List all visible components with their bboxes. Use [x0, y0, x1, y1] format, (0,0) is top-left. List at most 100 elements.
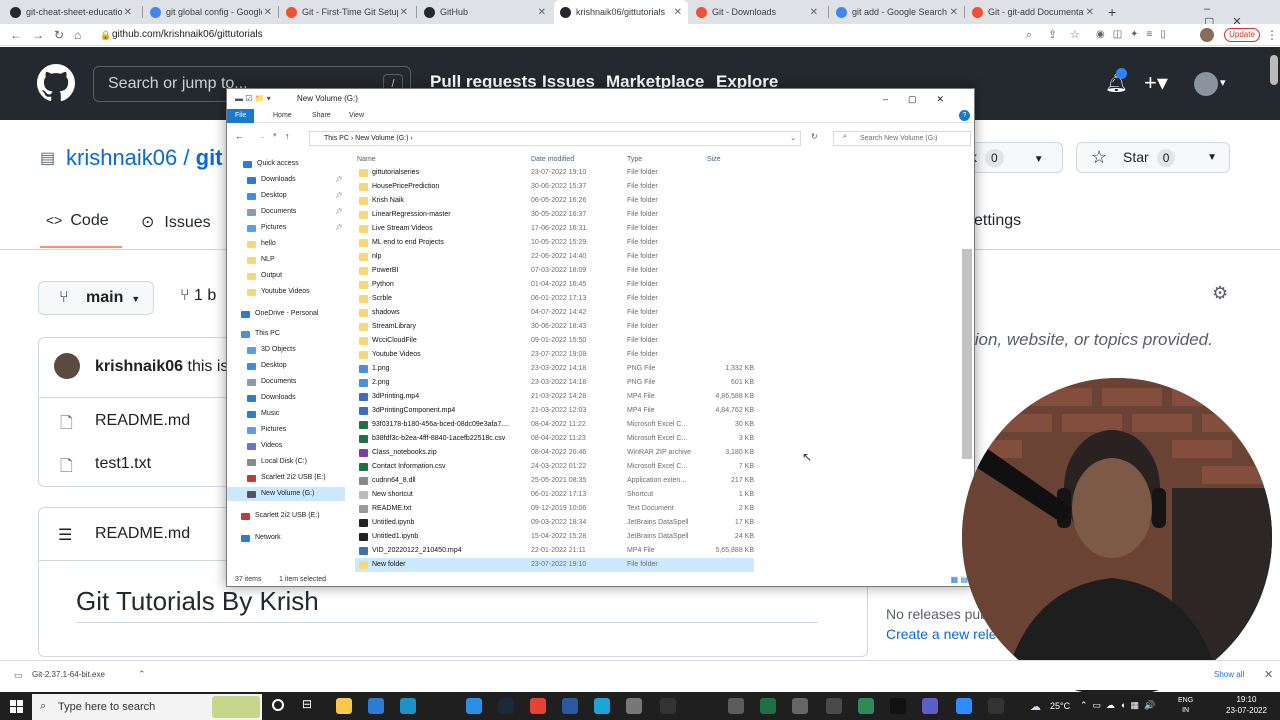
extension-icons[interactable]: ◉◫✦≡▯ [1096, 24, 1174, 46]
browser-tab[interactable]: krishnaik06/gittutorials ✕ [554, 0, 688, 24]
file-row[interactable]: Krish Naik 06-05-2022 16:26 File folder [355, 194, 754, 208]
vscode-icon[interactable] [466, 698, 482, 714]
nav-item[interactable]: New Volume (G:) [227, 487, 345, 501]
menu-icon[interactable]: ⋮ [1266, 24, 1278, 46]
file-link-readme[interactable]: README.md [95, 412, 190, 430]
create-release-link[interactable]: Create a new relea [886, 624, 1004, 644]
nav-item[interactable]: Youtube Videos [227, 285, 345, 299]
file-list-scrollbar[interactable] [962, 249, 972, 459]
nav-item[interactable]: Pictures [227, 423, 345, 437]
column-header-name[interactable]: Name [357, 156, 376, 163]
file-row[interactable]: StreamLibrary 30-06-2022 18:43 File folder [355, 320, 754, 334]
file-row[interactable]: New folder 23-07-2022 19:10 File folder [355, 558, 754, 572]
file-row[interactable]: README.txt 09-12-2019 10:06 Text Document 2… [355, 502, 754, 516]
nav-item[interactable]: NLP [227, 253, 345, 267]
close-tab-icon[interactable]: ✕ [538, 7, 546, 18]
close-tab-icon[interactable]: ✕ [1086, 7, 1094, 18]
repo-title[interactable]: krishnaik06 / git [66, 145, 223, 171]
browser-tab[interactable]: git add - Google Search ✕ [830, 0, 964, 24]
url-text[interactable]: github.com/krishnaik06/gittutorials [112, 24, 263, 46]
show-all-button[interactable]: Show all [1214, 670, 1244, 679]
help-icon[interactable]: ? [959, 110, 970, 121]
ribbon-tab-file[interactable]: File [227, 109, 255, 123]
obs-icon[interactable] [988, 698, 1004, 714]
file-row[interactable]: HousePricePrediction 30-06-2022 15:37 File… [355, 180, 754, 194]
nav-item[interactable]: Scarlett 2i2 USB (E:) [227, 471, 345, 485]
nav-item[interactable]: Desktop [227, 359, 345, 373]
browser-tab[interactable]: GitHub ✕ [418, 0, 552, 24]
explorer-search-input[interactable]: Search New Volume (G:) [833, 131, 971, 146]
chevron-down-icon[interactable]: ▾ [1220, 76, 1226, 89]
nav-item[interactable]: Videos [227, 439, 345, 453]
back-icon[interactable]: ← [10, 24, 22, 46]
new-tab-button[interactable]: + [1108, 4, 1116, 20]
nav-item[interactable]: Downloads [227, 391, 345, 405]
page-scrollbar[interactable] [1270, 55, 1278, 85]
nav-item[interactable]: Output [227, 269, 345, 283]
repo-owner[interactable]: krishnaik06 [66, 145, 177, 170]
cortana-icon[interactable] [272, 699, 284, 711]
file-row[interactable]: Class_notebooks.zip 08-04-2022 20:46 WinRA… [355, 446, 754, 460]
tab-code[interactable]: <> Code [46, 212, 109, 230]
nav-item[interactable]: Pictures 📌︎ [227, 221, 345, 235]
branch-selector[interactable]: ⑂ main ▼ [38, 281, 154, 315]
terminal-icon[interactable] [660, 698, 676, 714]
file-row[interactable]: Scrble 06-01-2022 17:13 File folder [355, 292, 754, 306]
nav-item[interactable]: This PC [227, 327, 345, 341]
share-icon[interactable]: ⇪ [1048, 24, 1057, 46]
nav-item[interactable]: Network [227, 531, 345, 545]
download-file-name[interactable]: Git-2.37.1-64-bit.exe [32, 670, 105, 679]
column-header-date[interactable]: Date modified [531, 156, 574, 163]
file-row[interactable]: 3dPrinting.mp4 21-03-2022 14:28 MP4 File 4,… [355, 390, 754, 404]
app-icon[interactable] [826, 698, 842, 714]
close-tab-icon[interactable]: ✕ [264, 7, 272, 18]
windows-start-icon[interactable] [10, 700, 23, 713]
file-row[interactable]: VID_20220122_210450.mp4 22-01-2022 21:11 M… [355, 544, 754, 558]
github-logo-icon[interactable] [37, 64, 75, 102]
browser-tab[interactable]: git global config - Google Search✕ [144, 0, 278, 24]
file-row[interactable]: gittutorialseries 23-07-2022 19:10 File fo… [355, 166, 754, 180]
up-icon[interactable]: ↑ [285, 131, 290, 141]
browser-tab[interactable]: Git - First-Time Git Setup ✕ [280, 0, 414, 24]
reload-icon[interactable]: ↻ [54, 24, 64, 46]
tab-settings[interactable]: ettings [974, 212, 1021, 230]
file-row[interactable]: 1.png 23-03-2022 14:18 PNG File 1,332 KB [355, 362, 754, 376]
chevron-down-icon[interactable]: ⌄ [790, 132, 796, 145]
user-avatar[interactable] [1194, 72, 1218, 96]
nav-item[interactable]: Documents 📌︎ [227, 205, 345, 219]
list-icon[interactable]: ☰ [58, 525, 72, 545]
quick-access-toolbar-icons[interactable]: ▬ ☑ 📁 ▾ [235, 89, 271, 109]
refresh-icon[interactable]: ↻ [811, 132, 818, 141]
branches-link[interactable]: ⑂ 1 b [180, 287, 216, 305]
file-link-test1[interactable]: test1.txt [95, 455, 151, 473]
ribbon-tab-home[interactable]: Home [265, 109, 300, 123]
task-view-icon[interactable]: ⊟ [302, 697, 312, 711]
profile-avatar[interactable] [1200, 28, 1214, 42]
commit-author[interactable]: krishnaik06 [95, 358, 183, 375]
nav-item[interactable]: Documents [227, 375, 345, 389]
recent-locations-icon[interactable]: ▾ [273, 131, 277, 139]
file-row[interactable]: b38fdf3c-b2ea-4fff-8840-1acefb22518c.csv… [355, 432, 754, 446]
zoom-icon[interactable] [956, 698, 972, 714]
nav-item[interactable]: Music [227, 407, 345, 421]
file-row[interactable]: shadows 04-07-2022 14:42 File folder [355, 306, 754, 320]
app-icon[interactable] [626, 698, 642, 714]
file-explorer-icon[interactable] [336, 698, 352, 714]
window-controls[interactable]: –▢✕ [883, 89, 964, 109]
app-icon[interactable] [858, 698, 874, 714]
file-row[interactable]: Untitled1.ipynb 15-04-2022 15:28 JetBrains… [355, 530, 754, 544]
nav-item[interactable]: Quick access [227, 157, 345, 171]
close-tab-icon[interactable]: ✕ [810, 7, 818, 18]
nav-item[interactable]: OneDrive - Personal [227, 307, 345, 321]
ribbon-tab-view[interactable]: View [341, 109, 372, 123]
powershell-icon[interactable] [562, 698, 578, 714]
file-row[interactable]: PowerBI 07-03-2022 18:09 File folder [355, 264, 754, 278]
nav-item[interactable]: Scarlett 2i2 USB (E:) [227, 509, 345, 523]
nav-item[interactable]: Local Disk (C:) [227, 455, 345, 469]
ribbon-tab-share[interactable]: Share [304, 109, 339, 123]
commit-message[interactable]: this is [188, 358, 229, 375]
steam-icon[interactable] [498, 698, 514, 714]
edge-icon[interactable] [400, 698, 416, 714]
file-row[interactable]: ML end to end Projects 10-05-2022 15:29 Fi… [355, 236, 754, 250]
forward-icon[interactable]: → [32, 24, 44, 46]
